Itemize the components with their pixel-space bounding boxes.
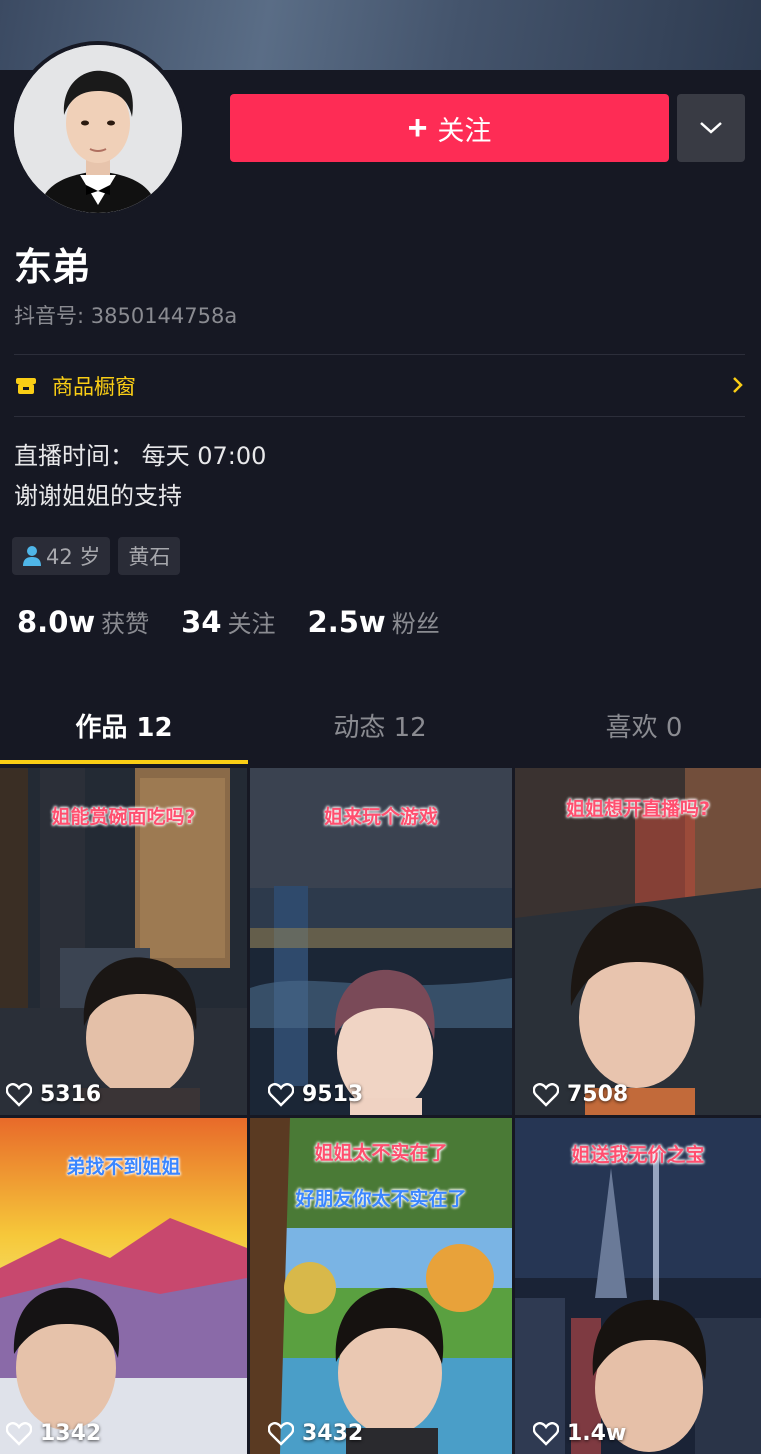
shop-window-label: 商品橱窗 — [52, 375, 136, 399]
location-label: 黄石 — [128, 545, 171, 569]
divider — [14, 416, 745, 417]
heart-icon — [268, 1082, 294, 1107]
video-thumbnail[interactable]: 弟找不到姐姐 1342 — [0, 1118, 247, 1454]
video-caption: 姐能赏碗面吃吗? — [51, 806, 196, 828]
shop-window-link[interactable]: 商品橱窗 — [14, 366, 745, 406]
location-tag: 黄石 — [118, 537, 181, 575]
video-likes: 1342 — [6, 1421, 101, 1446]
plus-icon: + — [407, 109, 428, 147]
tab-posts[interactable]: 动态 12 — [256, 690, 504, 760]
tab-likes[interactable]: 喜欢 0 — [520, 690, 761, 760]
video-likes: 5316 — [6, 1082, 101, 1107]
heart-icon — [533, 1421, 559, 1446]
video-likes: 3432 — [268, 1421, 363, 1446]
park-scene-image — [250, 1118, 512, 1454]
like-count: 1342 — [40, 1421, 102, 1446]
video-thumbnail[interactable]: 姐姐太不实在了 好朋友你太不实在了 3432 — [250, 1118, 512, 1454]
video-caption-secondary: 好朋友你太不实在了 — [295, 1188, 467, 1210]
stat-likes[interactable]: 8.0w 获赞 — [17, 604, 149, 639]
video-likes: 1.4w — [533, 1421, 626, 1446]
chevron-down-icon — [700, 122, 722, 134]
city-scene-image — [515, 1118, 761, 1454]
bio-line: 谢谢姐姐的支持 — [14, 482, 182, 510]
heart-icon — [6, 1421, 32, 1446]
profile-bio: 直播时间： 每天 07:00 谢谢姐姐的支持 — [14, 436, 266, 516]
video-thumbnail[interactable]: 姐送我无价之宝 1.4w — [515, 1118, 761, 1454]
person-icon — [23, 546, 41, 566]
bio-line: 直播时间： 每天 07:00 — [14, 442, 267, 470]
stat-label: 关注 — [227, 610, 276, 638]
tab-works[interactable]: 作品 12 — [0, 690, 248, 760]
like-count: 9513 — [302, 1082, 364, 1107]
age-label: 42 岁 — [46, 545, 101, 569]
video-thumbnail[interactable]: 姐能赏碗面吃吗? 5316 — [0, 768, 247, 1115]
video-likes: 9513 — [268, 1082, 363, 1107]
divider — [14, 354, 745, 355]
heart-icon — [6, 1082, 32, 1107]
like-count: 5316 — [40, 1082, 102, 1107]
chevron-right-icon — [733, 377, 743, 393]
shop-icon — [16, 378, 36, 394]
like-count: 7508 — [567, 1082, 629, 1107]
follow-button[interactable]: + 关注 — [230, 94, 669, 162]
tab-indicator — [0, 760, 248, 764]
profile-tags: 42 岁 黄石 — [12, 537, 181, 575]
follow-label: 关注 — [437, 115, 492, 146]
avatar[interactable] — [10, 41, 186, 217]
like-count: 3432 — [302, 1421, 364, 1446]
stat-following[interactable]: 34 关注 — [181, 604, 275, 639]
video-caption: 姐来玩个游戏 — [323, 806, 438, 828]
profile-uid: 抖音号: 3850144758a — [14, 304, 238, 328]
video-thumbnail[interactable]: 姐来玩个游戏 9513 — [250, 768, 512, 1115]
video-caption: 姐姐想开直播吗? — [565, 798, 711, 820]
age-tag: 42 岁 — [12, 537, 111, 575]
like-count: 1.4w — [567, 1421, 627, 1446]
stat-number: 2.5w — [307, 605, 386, 639]
video-caption: 弟找不到姐姐 — [66, 1156, 181, 1178]
stat-number: 34 — [181, 605, 222, 639]
video-caption: 姐送我无价之宝 — [571, 1144, 705, 1166]
profile-tabs: 作品 12 动态 12 喜欢 0 — [0, 690, 761, 766]
profile-stats: 8.0w 获赞 34 关注 2.5w 粉丝 — [17, 604, 440, 639]
video-caption: 姐姐太不实在了 — [314, 1142, 448, 1164]
stat-number: 8.0w — [17, 605, 96, 639]
heart-icon — [533, 1082, 559, 1107]
heart-icon — [268, 1421, 294, 1446]
video-thumbnail[interactable]: 姐姐想开直播吗? 7508 — [515, 768, 761, 1115]
video-likes: 7508 — [533, 1082, 628, 1107]
more-dropdown-button[interactable] — [677, 94, 745, 162]
stat-label: 粉丝 — [391, 610, 440, 638]
stat-label: 获赞 — [101, 610, 150, 638]
stat-followers[interactable]: 2.5w 粉丝 — [308, 604, 440, 639]
profile-name: 东弟 — [14, 245, 91, 289]
